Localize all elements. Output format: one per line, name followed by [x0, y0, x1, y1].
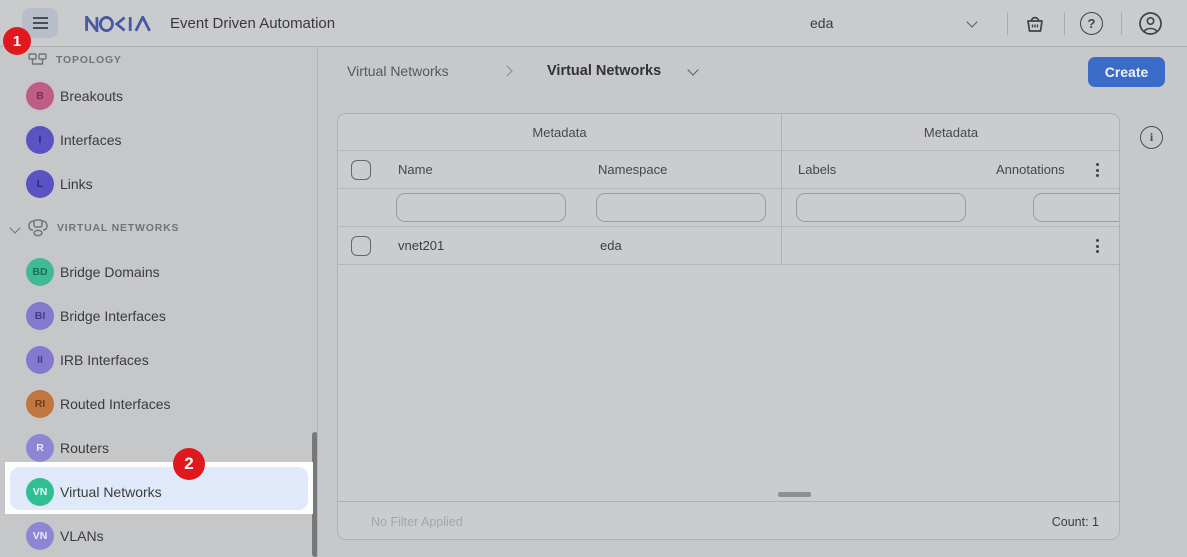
sidebar-item-label: Bridge Domains: [60, 264, 160, 280]
sidebar-item-vlans[interactable]: VN VLANs: [0, 514, 318, 557]
chevron-down-icon[interactable]: [687, 64, 698, 75]
metadata-group-header: Metadata: [338, 114, 781, 151]
virtual-networks-badge: VN: [26, 478, 54, 506]
sidebar-item-label: Bridge Interfaces: [60, 308, 166, 324]
basket-icon: [1024, 13, 1046, 34]
sidebar-item-label: Virtual Networks: [60, 484, 162, 500]
namespace-filter-input[interactable]: [596, 193, 766, 222]
bridge-domains-badge: BD: [26, 258, 54, 286]
table-footer: No Filter Applied Count: 1: [338, 501, 1120, 540]
labels-filter-input[interactable]: [796, 193, 966, 222]
sidebar-item-breakouts[interactable]: B Breakouts: [0, 74, 318, 118]
nokia-logo: NOKIA: [84, 16, 160, 32]
annotations-filter-input[interactable]: [1033, 193, 1120, 222]
sidebar-item-virtual-networks[interactable]: VN Virtual Networks: [0, 470, 318, 514]
irb-interfaces-badge: II: [26, 346, 54, 374]
horizontal-scrollbar[interactable]: [778, 492, 811, 497]
row-checkbox[interactable]: [351, 236, 371, 256]
cell-name: vnet201: [398, 227, 444, 265]
filter-status: No Filter Applied: [371, 502, 463, 540]
column-header-name[interactable]: Name: [398, 151, 433, 189]
column-header-labels[interactable]: Labels: [798, 151, 836, 189]
vlans-badge: VN: [26, 522, 54, 550]
sidebar-item-label: IRB Interfaces: [60, 352, 149, 368]
sidebar-section-topology[interactable]: TOPOLOGY: [0, 47, 318, 73]
sidebar-section-virtual-networks[interactable]: VIRTUAL NETWORKS: [0, 206, 318, 250]
breadcrumb-current[interactable]: Virtual Networks: [547, 47, 661, 95]
virtual-networks-icon: [27, 219, 49, 237]
filter-row: [338, 189, 1120, 227]
divider: [1121, 12, 1122, 35]
tutorial-step-1-badge: 1: [3, 27, 31, 55]
links-badge: L: [26, 170, 54, 198]
app-store-button[interactable]: [1024, 13, 1046, 37]
divider: [1007, 12, 1008, 35]
sidebar-item-irb-interfaces[interactable]: II IRB Interfaces: [0, 338, 318, 382]
column-group-divider: [781, 114, 782, 265]
account-icon: [1138, 11, 1163, 36]
routers-badge: R: [26, 434, 54, 462]
column-group-header-row: Metadata Metadata: [338, 114, 1120, 151]
sidebar-item-bridge-interfaces[interactable]: BI Bridge Interfaces: [0, 294, 318, 338]
column-header-namespace[interactable]: Namespace: [598, 151, 667, 189]
row-actions-kebab-icon[interactable]: [1088, 234, 1106, 258]
sidebar-item-interfaces[interactable]: I Interfaces: [0, 118, 318, 162]
bridge-interfaces-badge: BI: [26, 302, 54, 330]
sidebar-item-bridge-domains[interactable]: BD Bridge Domains: [0, 250, 318, 294]
main-content: Virtual Networks Virtual Networks Create…: [319, 47, 1187, 557]
chevron-down-icon[interactable]: [966, 16, 977, 27]
table-body-empty-area: [338, 265, 1120, 501]
hamburger-icon: [33, 17, 48, 19]
column-header-row: Name Namespace Labels Annotations: [338, 151, 1120, 189]
info-icon[interactable]: [1140, 126, 1163, 149]
sidebar-item-label: Interfaces: [60, 132, 121, 148]
namespace-selector[interactable]: eda: [810, 0, 833, 47]
name-filter-input[interactable]: [396, 193, 566, 222]
app-title: Event Driven Automation: [170, 0, 335, 47]
chevron-down-icon[interactable]: [9, 222, 20, 233]
virtual-networks-table: Metadata Metadata Name Namespace Labels …: [337, 113, 1120, 540]
cell-namespace: eda: [600, 227, 622, 265]
select-all-checkbox[interactable]: [351, 160, 371, 180]
sidebar-item-label: Routed Interfaces: [60, 396, 171, 412]
sidebar-item-label: Links: [60, 176, 93, 192]
account-button[interactable]: [1138, 11, 1163, 39]
divider: [1064, 12, 1065, 35]
routed-interfaces-badge: RI: [26, 390, 54, 418]
breakouts-badge: B: [26, 82, 54, 110]
metadata-group-header: Metadata: [781, 114, 1120, 151]
sidebar-item-links[interactable]: L Links: [0, 162, 318, 206]
interfaces-badge: I: [26, 126, 54, 154]
help-button[interactable]: [1080, 12, 1103, 35]
create-button[interactable]: Create: [1088, 57, 1165, 87]
chevron-right-icon: [501, 65, 512, 76]
sidebar-item-label: VLANs: [60, 528, 104, 544]
topology-icon: [28, 52, 48, 68]
sidebar-item-label: Breakouts: [60, 88, 123, 104]
table-row-vnet201[interactable]: vnet201 eda: [338, 227, 1120, 265]
tutorial-step-2-badge: 2: [173, 448, 205, 480]
sidebar-item-label: Routers: [60, 440, 109, 456]
top-bar: NOKIA Event Driven Automation eda: [0, 0, 1187, 47]
row-count: Count: 1: [1052, 502, 1099, 540]
breadcrumb-parent[interactable]: Virtual Networks: [347, 47, 449, 95]
column-header-annotations[interactable]: Annotations: [996, 151, 1065, 189]
eda-app-window: NOKIA Event Driven Automation eda: [0, 0, 1187, 557]
sidebar: TOPOLOGY B Breakouts I Interfaces L Link…: [0, 47, 318, 557]
sidebar-item-routed-interfaces[interactable]: RI Routed Interfaces: [0, 382, 318, 426]
help-icon: [1080, 12, 1103, 35]
column-options-kebab-icon[interactable]: [1088, 158, 1106, 182]
